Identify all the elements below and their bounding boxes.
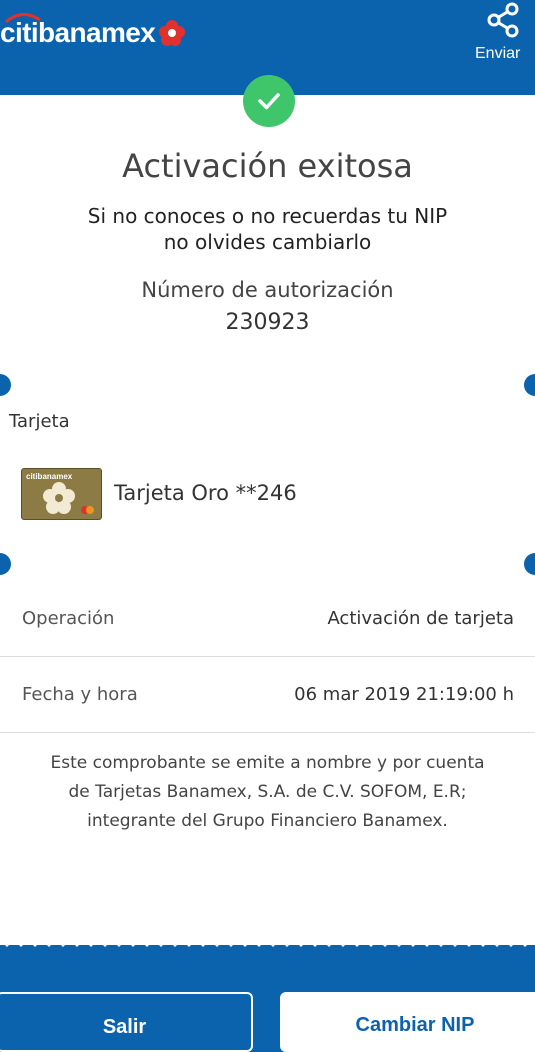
datetime-value: 06 mar 2019 21:19:00 h [294, 684, 514, 705]
ticket-notch-right-bottom [524, 553, 535, 575]
datetime-row: Fecha y hora 06 mar 2019 21:19:00 h [0, 656, 535, 733]
change-nip-button[interactable]: Cambiar NIP [280, 992, 535, 1052]
ticket-notch-left-top [0, 374, 11, 396]
exit-button[interactable]: Salir [0, 992, 253, 1052]
datetime-label: Fecha y hora [22, 684, 138, 705]
share-button[interactable]: Enviar [475, 0, 535, 70]
disclaimer-line-1: Este comprobante se emite a nombre y por… [50, 753, 485, 773]
check-icon [243, 75, 295, 127]
share-icon [487, 2, 519, 38]
legal-disclaimer: Este comprobante se emite a nombre y por… [25, 749, 510, 836]
disclaimer-line-2: de Tarjetas Banamex, S.A. de C.V. SOFOM,… [68, 782, 467, 802]
receipt-zigzag-edge [0, 940, 535, 947]
banamex-flower-icon [159, 20, 186, 46]
ticket-notch-right-top [524, 374, 535, 396]
operation-row: Operación Activación de tarjeta [0, 580, 535, 657]
operation-label: Operación [22, 608, 115, 629]
logo-arc [5, 13, 41, 24]
card-flower-graphic [43, 482, 94, 514]
nip-reminder: Si no conoces o no recuerdas tu NIP no o… [80, 203, 455, 255]
ticket-notch-left-bottom [0, 553, 11, 575]
disclaimer-line-3: integrante del Grupo Financiero Banamex. [87, 811, 448, 831]
authorization-number: 230923 [225, 310, 310, 335]
card-section-label: Tarjeta [9, 411, 70, 432]
authorization-label: Número de autorización [141, 278, 394, 302]
page-title: Activación exitosa [122, 147, 413, 185]
operation-value: Activación de tarjeta [327, 608, 514, 629]
share-label: Enviar [475, 45, 521, 62]
nip-reminder-line-1: Si no conoces o no recuerdas tu NIP [87, 204, 448, 228]
citibanamex-logo: citibanamex [0, 13, 187, 50]
receipt-card: Activación exitosa Si no conoces o no re… [0, 75, 535, 945]
card-name: Tarjeta Oro **246 [114, 481, 297, 505]
nip-reminder-line-2: no olvides cambiarlo [163, 230, 372, 254]
card-image: citibanamex [21, 468, 102, 520]
